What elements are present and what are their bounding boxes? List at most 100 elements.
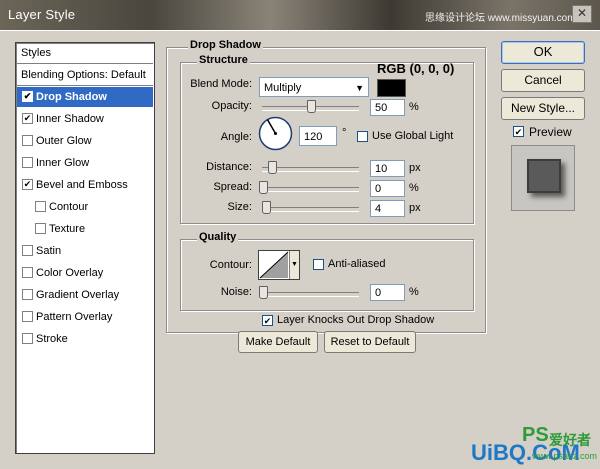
style-item-checkbox[interactable]: ✔ <box>22 91 33 102</box>
contour-dropdown-arrow-icon[interactable]: ▼ <box>289 251 299 279</box>
cancel-button[interactable]: Cancel <box>501 69 585 92</box>
style-item-checkbox[interactable] <box>22 333 33 344</box>
styles-header-label: Styles <box>21 47 51 59</box>
dropdown-arrow-icon: ▼ <box>355 83 364 93</box>
window-title: Layer Style <box>8 7 76 22</box>
shadow-color-swatch[interactable] <box>377 79 406 97</box>
close-button[interactable]: ✕ <box>572 5 592 23</box>
style-item-label: Bevel and Emboss <box>36 179 128 191</box>
style-item-label: Gradient Overlay <box>36 289 120 301</box>
style-item-checkbox[interactable] <box>22 245 33 256</box>
spread-slider-thumb[interactable] <box>259 181 268 194</box>
style-item-checkbox[interactable] <box>22 267 33 278</box>
spread-input[interactable]: 0 <box>370 180 405 197</box>
distance-label: Distance: <box>206 161 252 173</box>
noise-label: Noise: <box>220 286 252 298</box>
preview-checkbox[interactable]: ✔ <box>513 126 524 137</box>
spread-label: Spread: <box>213 181 252 193</box>
spread-slider-track <box>262 187 359 192</box>
ps-watermark: PS <box>522 424 549 446</box>
style-item[interactable]: ✔ Inner Shadow <box>17 109 153 129</box>
ok-button[interactable]: OK <box>501 41 585 64</box>
distance-slider-thumb[interactable] <box>268 161 277 174</box>
use-global-light-label: Use Global Light <box>372 130 454 142</box>
preview-label: Preview <box>529 125 572 139</box>
noise-slider-thumb[interactable] <box>259 286 268 299</box>
site-watermark-text: 思缘设计论坛 www.missyuan.com <box>425 13 576 24</box>
quality-group <box>180 239 474 311</box>
distance-value: 10 <box>375 163 388 175</box>
size-value: 4 <box>375 203 382 215</box>
angle-unit: ° <box>342 127 347 139</box>
style-item-checkbox[interactable] <box>35 201 46 212</box>
opacity-label: Opacity: <box>211 100 252 112</box>
style-item[interactable]: ✔ Bevel and Emboss <box>17 175 153 195</box>
style-item-checkbox[interactable]: ✔ <box>22 179 33 190</box>
style-item-label: Satin <box>36 245 62 257</box>
size-label: Size: <box>227 201 252 213</box>
style-item-label: Outer Glow <box>36 135 92 147</box>
style-item[interactable]: Satin <box>17 241 153 261</box>
contour-label: Contour: <box>209 259 252 271</box>
blend-mode-select[interactable]: Multiply ▼ <box>259 77 369 97</box>
style-item-checkbox[interactable] <box>22 289 33 300</box>
style-item-label: Drop Shadow <box>36 91 107 103</box>
style-item-label: Texture <box>49 223 86 235</box>
layer-knocks-out-checkbox[interactable]: ✔ <box>262 315 273 326</box>
use-global-light-checkbox[interactable] <box>357 131 368 142</box>
angle-input[interactable]: 120 <box>299 126 337 146</box>
style-item[interactable]: Gradient Overlay <box>17 285 153 305</box>
style-item[interactable]: Contour <box>17 197 153 217</box>
close-icon: ✕ <box>576 6 588 20</box>
size-input[interactable]: 4 <box>370 200 405 217</box>
checkmark-icon: ✔ <box>263 316 272 326</box>
window-titlebar: Layer Style 思缘设计论坛 www.missyuan.com ✕ <box>0 0 600 30</box>
style-item-label: Pattern Overlay <box>36 311 113 323</box>
new-style-button[interactable]: New Style... <box>501 97 585 120</box>
blend-mode-value: Multiply <box>264 82 302 94</box>
angle-value: 120 <box>304 131 323 143</box>
style-item-checkbox[interactable]: ✔ <box>22 113 33 124</box>
distance-input[interactable]: 10 <box>370 160 405 177</box>
styles-header[interactable]: Styles <box>17 43 153 64</box>
quality-title: Quality <box>197 231 239 243</box>
style-item-label: Inner Shadow <box>36 113 104 125</box>
structure-title: Structure <box>197 54 250 66</box>
anti-aliased-label: Anti-aliased <box>328 258 386 270</box>
style-item[interactable]: Texture <box>17 219 153 239</box>
opacity-input[interactable]: 50 <box>370 99 405 116</box>
style-item[interactable]: Color Overlay <box>17 263 153 283</box>
style-item-label: Inner Glow <box>36 157 90 169</box>
style-item-checkbox[interactable] <box>22 157 33 168</box>
style-item[interactable]: Stroke <box>17 329 153 349</box>
opacity-slider-thumb[interactable] <box>306 100 316 113</box>
blending-options-item[interactable]: Blending Options: Default <box>17 65 153 86</box>
opacity-value: 50 <box>375 102 388 114</box>
rgb-annotation: RGB (0, 0, 0) <box>377 61 455 76</box>
cancel-label: Cancel <box>524 73 562 87</box>
style-item-label: Color Overlay <box>36 267 104 279</box>
style-item-checkbox[interactable] <box>22 311 33 322</box>
size-slider-thumb[interactable] <box>262 201 271 214</box>
reset-to-default-button[interactable]: Reset to Default <box>324 331 416 353</box>
ps-lovers-watermark: 爱好者 <box>549 432 591 448</box>
style-item[interactable]: ✔ Drop Shadow <box>17 87 153 107</box>
spread-value: 0 <box>375 183 382 195</box>
make-default-button[interactable]: Make Default <box>238 331 318 353</box>
style-item[interactable]: Pattern Overlay <box>17 307 153 327</box>
noise-unit: % <box>409 286 419 298</box>
drop-shadow-title: Drop Shadow <box>188 39 263 51</box>
angle-dial[interactable] <box>258 116 293 151</box>
style-item-checkbox[interactable] <box>35 223 46 234</box>
size-unit: px <box>409 202 421 214</box>
noise-input[interactable]: 0 <box>370 284 405 301</box>
styles-list: Styles Blending Options: Default ✔ Drop S… <box>15 42 155 454</box>
anti-aliased-checkbox[interactable] <box>313 259 324 270</box>
style-item[interactable]: Inner Glow <box>17 153 153 173</box>
size-slider-track <box>262 207 359 212</box>
layer-knocks-out-label: Layer Knocks Out Drop Shadow <box>277 314 435 326</box>
contour-picker[interactable]: ▼ <box>258 250 300 280</box>
style-item[interactable]: Outer Glow <box>17 131 153 151</box>
style-item-label: Stroke <box>36 333 68 345</box>
style-item-checkbox[interactable] <box>22 135 33 146</box>
